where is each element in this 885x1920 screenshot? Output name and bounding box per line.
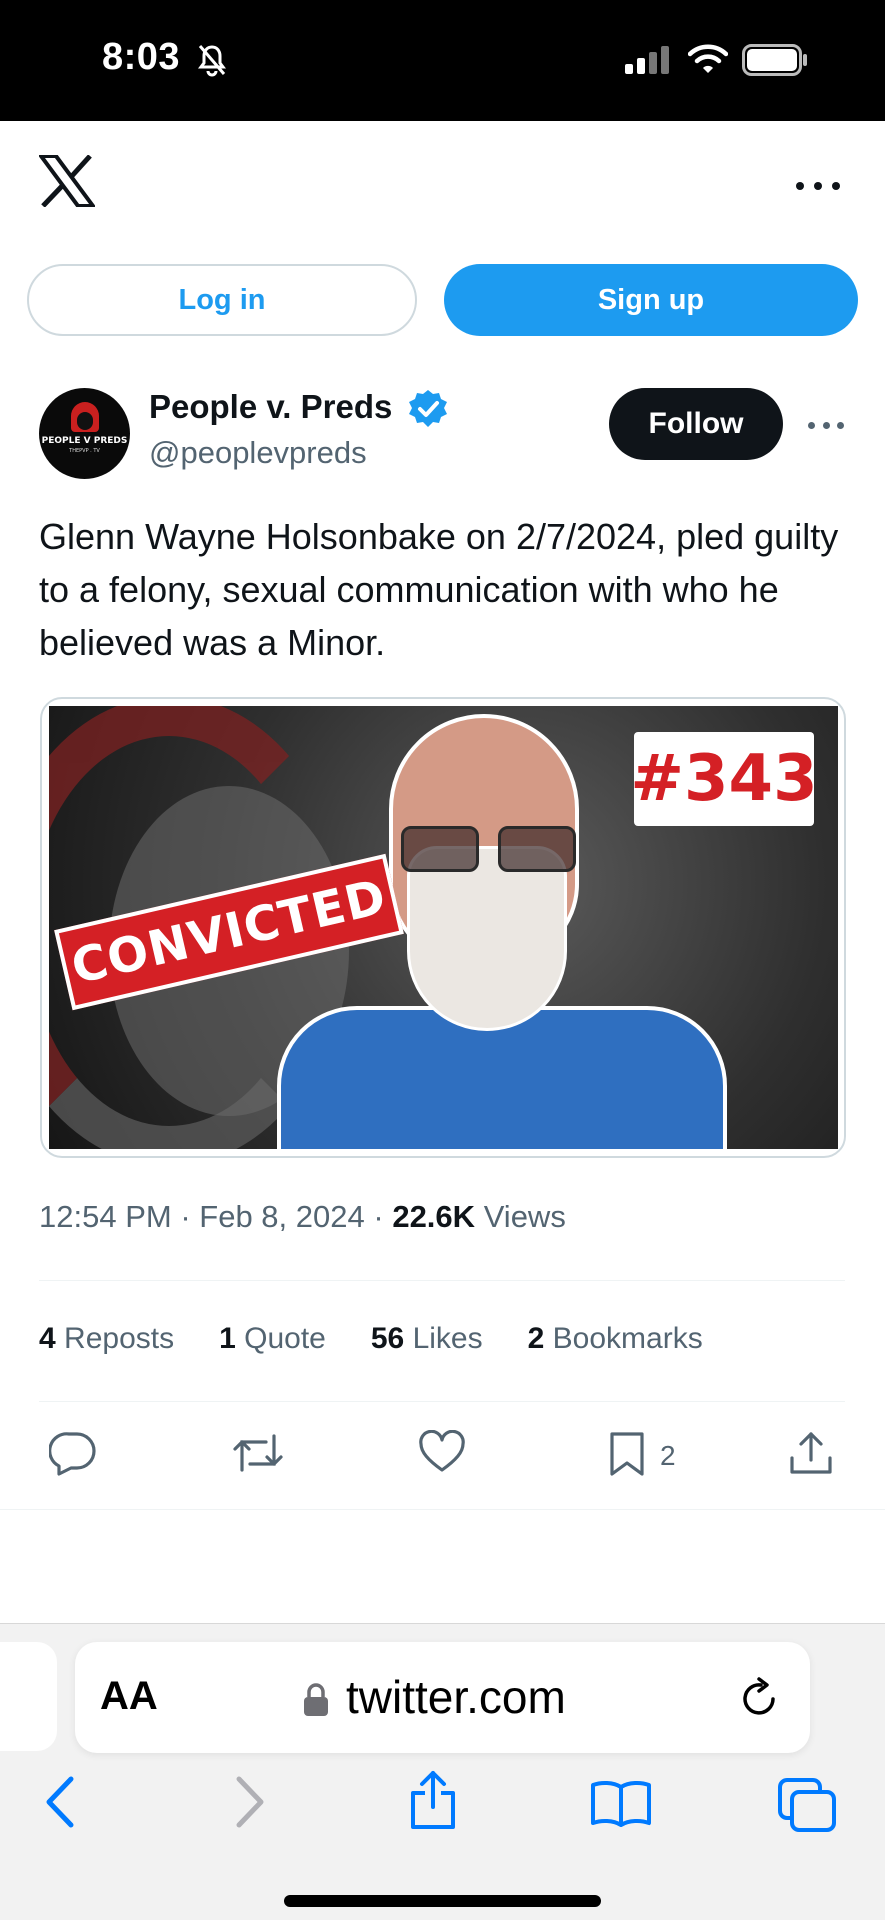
person-glasses	[401, 826, 576, 872]
stat-label: Quote	[244, 1322, 326, 1355]
address-bar[interactable]: AA twitter.com	[75, 1642, 810, 1753]
views-count: 22.6K	[392, 1199, 476, 1234]
divider	[0, 1509, 885, 1510]
stat-count: 1	[219, 1322, 236, 1355]
repost-icon[interactable]	[232, 1430, 284, 1476]
lock-icon	[304, 1683, 328, 1716]
tabs-icon[interactable]	[776, 1776, 838, 1834]
reply-icon[interactable]	[49, 1430, 97, 1476]
follow-button[interactable]: Follow	[609, 388, 783, 460]
media-image: #343 CONVICTED	[49, 706, 838, 1149]
stat-label: Bookmarks	[552, 1322, 703, 1355]
back-icon[interactable]	[43, 1775, 77, 1829]
status-bar: 8:03	[0, 0, 885, 121]
stat-label: Likes	[412, 1322, 483, 1355]
tweet-meta: 12:54 PM · Feb 8, 2024 · 22.6K Views	[39, 1199, 566, 1235]
sign-up-button[interactable]: Sign up	[444, 264, 858, 336]
status-time: 8:03	[102, 36, 181, 78]
views-label: Views	[483, 1199, 566, 1234]
quotes-stat[interactable]: 1 Quote	[219, 1322, 326, 1356]
url-text[interactable]: twitter.com	[346, 1670, 566, 1724]
signal-icon	[625, 46, 669, 74]
avatar-subtext: THEPVP . TV	[69, 448, 100, 454]
author-name[interactable]: People v. Preds	[149, 388, 392, 426]
stat-label: Reposts	[64, 1322, 175, 1355]
site-header	[0, 121, 885, 261]
tweet-time[interactable]: 12:54 PM	[39, 1199, 172, 1234]
share-icon[interactable]	[787, 1430, 835, 1478]
tweet-stats: 4 Reposts 1 Quote 56 Likes 2 Bookmarks	[39, 1322, 748, 1356]
like-icon[interactable]	[418, 1430, 466, 1476]
reposts-stat[interactable]: 4 Reposts	[39, 1322, 174, 1356]
person-beard	[407, 846, 567, 1031]
reload-icon[interactable]	[739, 1677, 781, 1721]
author-handle[interactable]: @peoplevpreds	[149, 435, 367, 471]
tweet-actions: 2	[0, 1426, 885, 1486]
stat-count: 4	[39, 1322, 56, 1355]
bookmarks-book-icon[interactable]	[589, 1779, 653, 1827]
tweet-more-icon[interactable]	[808, 420, 844, 430]
stat-count: 2	[527, 1322, 545, 1355]
divider	[39, 1401, 845, 1402]
meta-separator: ·	[373, 1199, 384, 1234]
home-indicator	[284, 1895, 601, 1907]
text-size-button[interactable]: AA	[100, 1674, 158, 1719]
avatar[interactable]: PEOPLE V PREDS THEPVP . TV	[39, 388, 130, 479]
browser-toolbar: AA twitter.com	[0, 1623, 885, 1920]
meta-separator: ·	[180, 1199, 191, 1234]
tweet-text: Glenn Wayne Holsonbake on 2/7/2024, pled…	[39, 516, 839, 663]
wifi-icon	[688, 44, 728, 73]
likes-stat[interactable]: 56 Likes	[371, 1322, 483, 1356]
divider	[39, 1280, 845, 1281]
verified-badge-icon	[409, 390, 447, 427]
x-logo-icon[interactable]	[39, 155, 95, 207]
stat-count: 56	[370, 1322, 405, 1355]
forward-icon[interactable]	[233, 1775, 267, 1829]
bookmark-count: 2	[660, 1440, 676, 1471]
avatar-text: PEOPLE V PREDS	[41, 436, 128, 446]
bookmarks-stat[interactable]: 2 Bookmarks	[528, 1322, 703, 1356]
case-number-badge: #343	[630, 732, 818, 826]
more-horizontal-icon[interactable]	[796, 176, 840, 196]
bell-slash-icon	[198, 45, 226, 77]
tweet-date[interactable]: Feb 8, 2024	[199, 1199, 364, 1234]
bookmark-icon[interactable]	[607, 1430, 647, 1478]
tweet-media[interactable]: #343 CONVICTED	[40, 697, 846, 1158]
avatar-face	[77, 412, 93, 430]
share-page-icon[interactable]	[407, 1769, 459, 1831]
previous-tab-preview[interactable]	[0, 1642, 57, 1751]
log-in-button[interactable]: Log in	[27, 264, 417, 336]
battery-icon	[742, 44, 807, 76]
